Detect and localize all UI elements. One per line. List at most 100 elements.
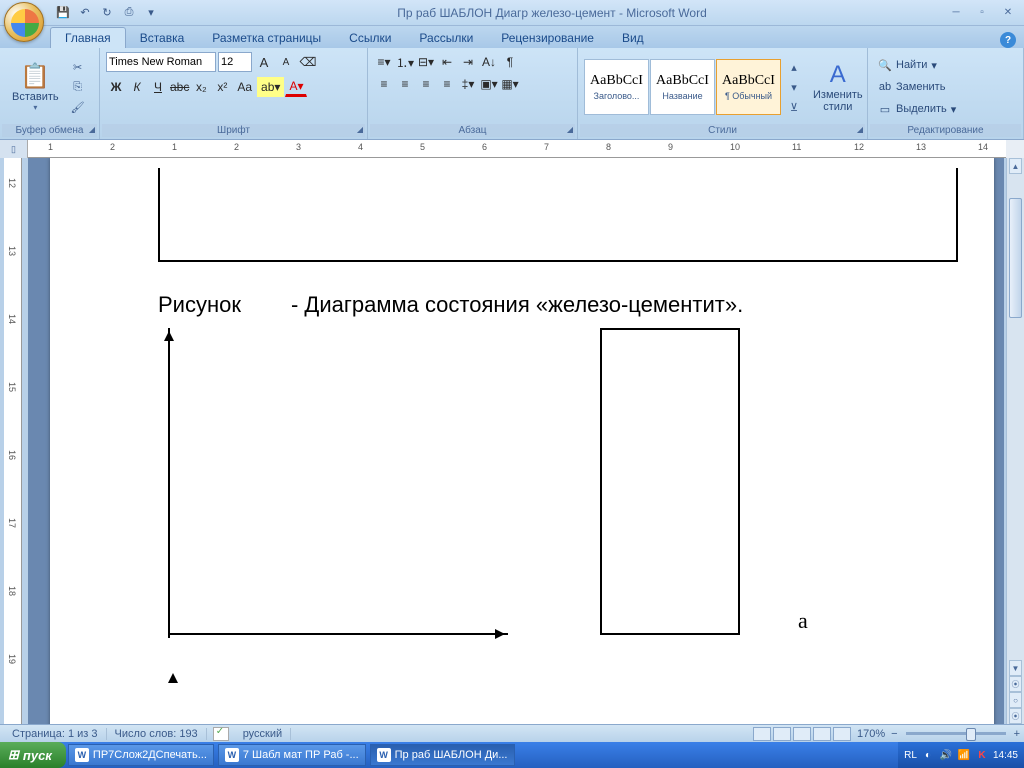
- zoom-level[interactable]: 170%: [857, 728, 885, 740]
- qat-more-icon[interactable]: ▾: [142, 4, 160, 22]
- vertical-ruler[interactable]: 1213141516171819: [4, 158, 22, 724]
- print-layout-view-icon[interactable]: [753, 727, 771, 741]
- gallery-up-icon[interactable]: ▴: [785, 58, 803, 76]
- taskbar-item-1[interactable]: WПР7Слож2ДСпечать...: [68, 744, 214, 766]
- cut-icon[interactable]: ✂: [69, 58, 87, 76]
- redo-icon[interactable]: ↻: [98, 4, 116, 22]
- tab-insert[interactable]: Вставка: [126, 28, 199, 48]
- clear-format-icon[interactable]: ⌫: [298, 52, 318, 72]
- font-size-select[interactable]: [218, 52, 252, 72]
- superscript-button[interactable]: x²: [212, 77, 232, 97]
- change-case-button[interactable]: Aa: [233, 77, 256, 97]
- zoom-in-icon[interactable]: +: [1014, 728, 1020, 740]
- style-heading[interactable]: AaBbCcI Заголово...: [584, 59, 649, 115]
- align-right-icon[interactable]: ≡: [416, 74, 436, 94]
- scroll-down-icon[interactable]: ▼: [1009, 660, 1022, 676]
- taskbar-item-3[interactable]: WПр раб ШАБЛОН Ди...: [370, 744, 515, 766]
- italic-button[interactable]: К: [127, 77, 147, 97]
- style-normal[interactable]: AaBbCcI ¶ Обычный: [716, 59, 781, 115]
- justify-icon[interactable]: ≡: [437, 74, 457, 94]
- dialog-launcher-icon[interactable]: ◢: [89, 125, 95, 134]
- prev-page-icon[interactable]: ⦿: [1009, 676, 1022, 692]
- full-screen-view-icon[interactable]: [773, 727, 791, 741]
- web-layout-view-icon[interactable]: [793, 727, 811, 741]
- restore-button[interactable]: ▫: [970, 5, 994, 21]
- style-title[interactable]: AaBbCcI Название: [650, 59, 715, 115]
- language-status[interactable]: русский: [235, 728, 291, 740]
- indent-right-icon[interactable]: ⇥: [458, 52, 478, 72]
- bullets-icon[interactable]: ≡▾: [374, 52, 394, 72]
- next-page-icon[interactable]: ⦿: [1009, 708, 1022, 724]
- draft-view-icon[interactable]: [833, 727, 851, 741]
- horizontal-ruler[interactable]: ▯ 121234567891011121314: [0, 140, 1024, 158]
- tab-review[interactable]: Рецензирование: [487, 28, 608, 48]
- minimize-button[interactable]: ─: [944, 5, 968, 21]
- subscript-button[interactable]: x₂: [191, 77, 211, 97]
- document-area[interactable]: Рисунок - Диаграмма состояния «железо-це…: [28, 158, 1004, 724]
- quick-access-toolbar: 💾 ↶ ↻ ⎙ ▾: [54, 4, 160, 22]
- page-status[interactable]: Страница: 1 из 3: [4, 728, 107, 740]
- close-button[interactable]: ✕: [996, 5, 1020, 21]
- borders-icon[interactable]: ▦▾: [500, 74, 520, 94]
- sort-icon[interactable]: A↓: [479, 52, 499, 72]
- bold-button[interactable]: Ж: [106, 77, 126, 97]
- scroll-thumb[interactable]: [1009, 198, 1022, 318]
- antivirus-icon[interactable]: K: [975, 748, 989, 762]
- find-button[interactable]: 🔍Найти ▾: [874, 55, 1017, 75]
- numbering-icon[interactable]: ⒈▾: [395, 52, 415, 72]
- tab-layout[interactable]: Разметка страницы: [198, 28, 335, 48]
- tab-view[interactable]: Вид: [608, 28, 658, 48]
- zoom-slider[interactable]: [906, 732, 1006, 735]
- office-button[interactable]: [4, 2, 44, 42]
- align-left-icon[interactable]: ≡: [374, 74, 394, 94]
- dialog-launcher-icon[interactable]: ◢: [857, 125, 863, 134]
- spell-check-icon[interactable]: [213, 727, 229, 741]
- dialog-launcher-icon[interactable]: ◢: [567, 125, 573, 134]
- gallery-down-icon[interactable]: ▾: [785, 78, 803, 96]
- multilevel-icon[interactable]: ⊟▾: [416, 52, 436, 72]
- scroll-up-icon[interactable]: ▲: [1009, 158, 1022, 174]
- select-button[interactable]: ▭Выделить ▾: [874, 99, 1017, 119]
- dialog-launcher-icon[interactable]: ◢: [357, 125, 363, 134]
- align-center-icon[interactable]: ≡: [395, 74, 415, 94]
- paste-button[interactable]: 📋 Вставить ▾: [6, 53, 65, 121]
- show-marks-icon[interactable]: ¶: [500, 52, 520, 72]
- browse-object-icon[interactable]: ○: [1009, 692, 1022, 708]
- ruler-corner[interactable]: ▯: [0, 140, 28, 158]
- tab-mailings[interactable]: Рассылки: [405, 28, 487, 48]
- grow-font-icon[interactable]: A: [254, 52, 274, 72]
- ribbon-tabs: Главная Вставка Разметка страницы Ссылки…: [0, 26, 1024, 48]
- highlight-button[interactable]: ab▾: [257, 77, 284, 97]
- undo-icon[interactable]: ↶: [76, 4, 94, 22]
- replace-button[interactable]: abЗаменить: [874, 77, 1017, 97]
- vertical-scrollbar[interactable]: ▲ ▼ ⦿ ○ ⦿: [1006, 158, 1024, 724]
- help-icon[interactable]: ?: [1000, 32, 1016, 48]
- outline-view-icon[interactable]: [813, 727, 831, 741]
- change-styles-button[interactable]: A Изменить стили: [807, 53, 869, 121]
- tab-home[interactable]: Главная: [50, 27, 126, 48]
- zoom-out-icon[interactable]: −: [891, 728, 897, 740]
- tray-icon[interactable]: ◐: [921, 748, 935, 762]
- print-icon[interactable]: ⎙: [120, 4, 138, 22]
- strike-button[interactable]: abc: [169, 77, 190, 97]
- format-painter-icon[interactable]: 🖌: [69, 98, 87, 116]
- shading-icon[interactable]: ▣▾: [479, 74, 499, 94]
- taskbar-item-2[interactable]: W7 Шабл мат ПР Раб -...: [218, 744, 366, 766]
- copy-icon[interactable]: ⎘: [69, 78, 87, 96]
- clock[interactable]: 14:45: [993, 750, 1018, 761]
- underline-button[interactable]: Ч: [148, 77, 168, 97]
- language-indicator[interactable]: RL: [904, 750, 917, 761]
- word-count[interactable]: Число слов: 193: [107, 728, 207, 740]
- shrink-font-icon[interactable]: A: [276, 52, 296, 72]
- save-icon[interactable]: 💾: [54, 4, 72, 22]
- network-icon[interactable]: 📶: [957, 748, 971, 762]
- gallery-more-icon[interactable]: ⊻: [785, 98, 803, 116]
- start-button[interactable]: ⊞ пуск: [0, 742, 66, 768]
- tab-references[interactable]: Ссылки: [335, 28, 405, 48]
- style-preview: AaBbCcI: [590, 73, 643, 89]
- indent-left-icon[interactable]: ⇤: [437, 52, 457, 72]
- font-name-select[interactable]: [106, 52, 216, 72]
- line-spacing-icon[interactable]: ‡▾: [458, 74, 478, 94]
- font-color-button[interactable]: A▾: [285, 77, 307, 97]
- volume-icon[interactable]: 🔊: [939, 748, 953, 762]
